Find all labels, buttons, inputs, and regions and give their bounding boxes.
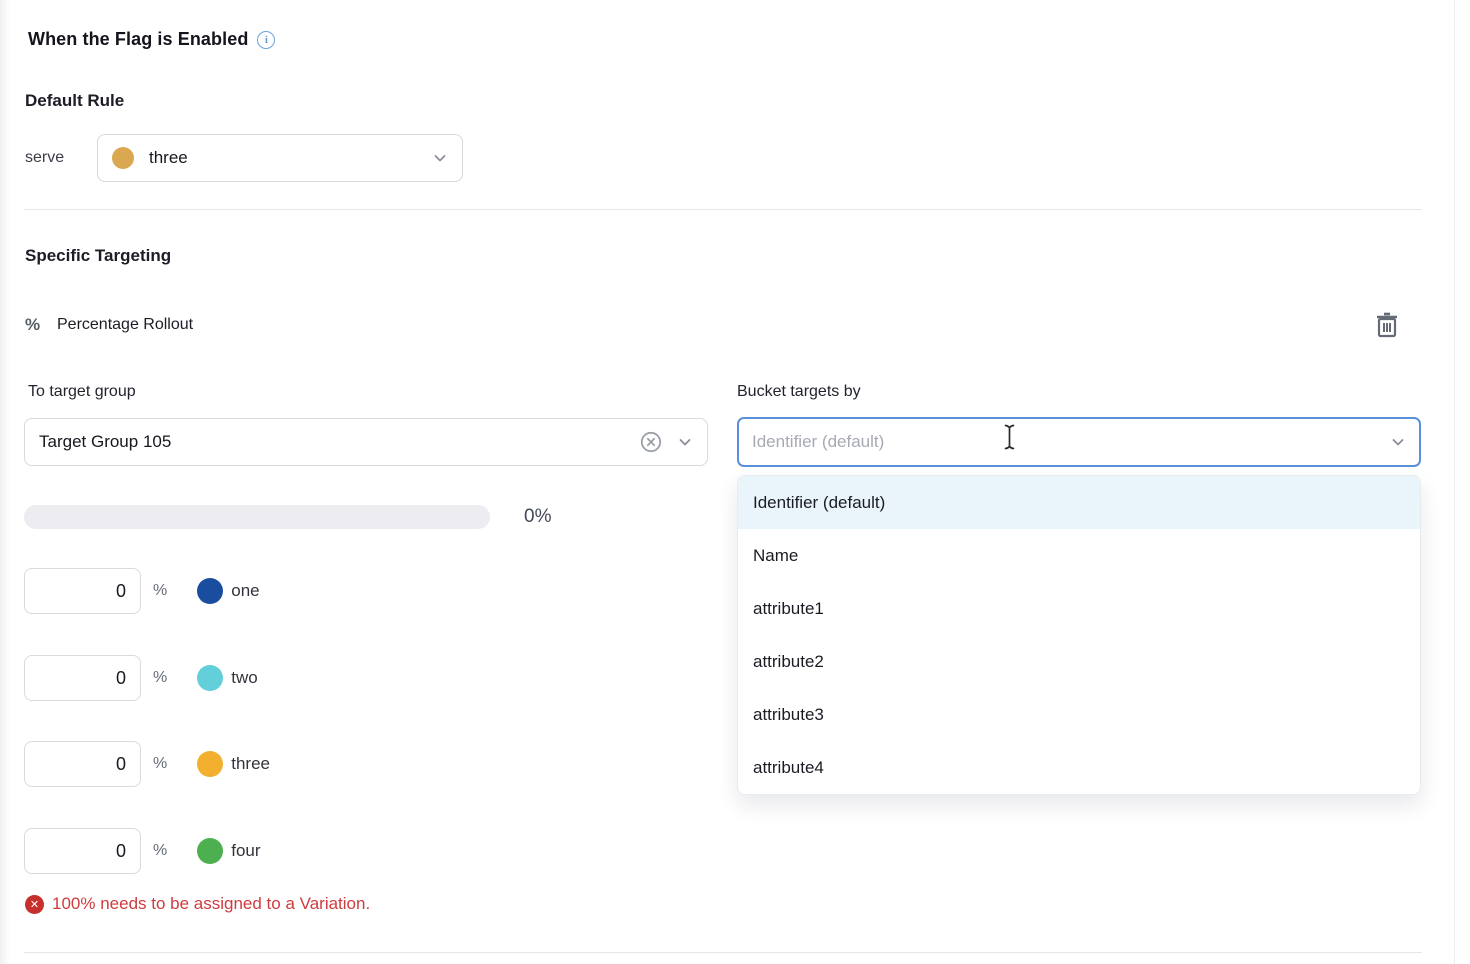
chevron-down-icon: [432, 150, 448, 166]
percent-input-one[interactable]: [24, 568, 141, 614]
variation-row-one: % one: [24, 568, 260, 614]
bucket-targets-by-select[interactable]: Identifier (default): [737, 417, 1421, 467]
percent-input-two[interactable]: [24, 655, 141, 701]
variation-name: three: [231, 754, 270, 774]
divider: [24, 952, 1422, 953]
chevron-down-icon: [677, 434, 693, 450]
percent-input-four[interactable]: [24, 828, 141, 874]
variation-row-four: % four: [24, 828, 261, 874]
default-rule-heading: Default Rule: [25, 91, 124, 111]
percent-sign: %: [153, 582, 167, 600]
divider: [24, 209, 1422, 210]
percent-input-three[interactable]: [24, 741, 141, 787]
rollout-progress-bar: [24, 505, 490, 529]
to-target-group-label: To target group: [28, 383, 136, 401]
variation-dot-three: [197, 751, 223, 777]
variation-name: four: [231, 841, 260, 861]
delete-rollout-button[interactable]: [1372, 310, 1402, 340]
flag-targeting-panel: When the Flag is Enabled i Default Rule …: [0, 0, 1470, 964]
clear-circle-icon: [639, 430, 663, 454]
variation-dot-one: [197, 578, 223, 604]
serve-label: serve: [25, 134, 64, 182]
bucket-placeholder: Identifier (default): [752, 432, 884, 452]
rollout-total-percent: 0%: [524, 505, 551, 529]
clear-target-group-button[interactable]: [639, 430, 663, 454]
panel-left-edge: [0, 0, 10, 964]
variation-row-three: % three: [24, 741, 270, 787]
validation-error: ✕ 100% needs to be assigned to a Variati…: [25, 894, 370, 914]
percent-icon: %: [25, 315, 40, 335]
variation-name: two: [231, 668, 257, 688]
bucket-options-dropdown: Identifier (default) Name attribute1 att…: [737, 475, 1421, 795]
target-group-value: Target Group 105: [39, 432, 171, 452]
error-message: 100% needs to be assigned to a Variation…: [52, 894, 370, 914]
option-attribute3[interactable]: attribute3: [738, 688, 1420, 741]
variation-dot-three: [112, 147, 134, 169]
chevron-down-icon: [1390, 434, 1406, 450]
panel-right-edge: [1454, 0, 1455, 964]
variation-dot-two: [197, 665, 223, 691]
option-attribute2[interactable]: attribute2: [738, 635, 1420, 688]
serve-variation-select[interactable]: three: [97, 134, 463, 182]
percent-sign: %: [153, 755, 167, 773]
percent-sign: %: [153, 842, 167, 860]
specific-targeting-heading: Specific Targeting: [25, 246, 171, 266]
bucket-targets-by-label: Bucket targets by: [737, 383, 861, 401]
option-identifier-default[interactable]: Identifier (default): [738, 476, 1420, 529]
percent-sign: %: [153, 669, 167, 687]
variation-dot-four: [197, 838, 223, 864]
option-name[interactable]: Name: [738, 529, 1420, 582]
serve-selected-value: three: [149, 148, 188, 168]
option-attribute4[interactable]: attribute4: [738, 741, 1420, 794]
variation-row-two: % two: [24, 655, 258, 701]
page-title: When the Flag is Enabled: [28, 29, 248, 50]
percentage-rollout-title: Percentage Rollout: [57, 316, 193, 334]
variation-name: one: [231, 581, 259, 601]
error-circle-icon: ✕: [25, 895, 44, 914]
text-cursor-icon: [1003, 424, 1016, 450]
option-attribute1[interactable]: attribute1: [738, 582, 1420, 635]
info-icon[interactable]: i: [257, 31, 275, 49]
target-group-select[interactable]: Target Group 105: [24, 418, 708, 466]
trash-icon: [1375, 312, 1399, 338]
section-when-flag-enabled: When the Flag is Enabled i: [28, 29, 275, 50]
